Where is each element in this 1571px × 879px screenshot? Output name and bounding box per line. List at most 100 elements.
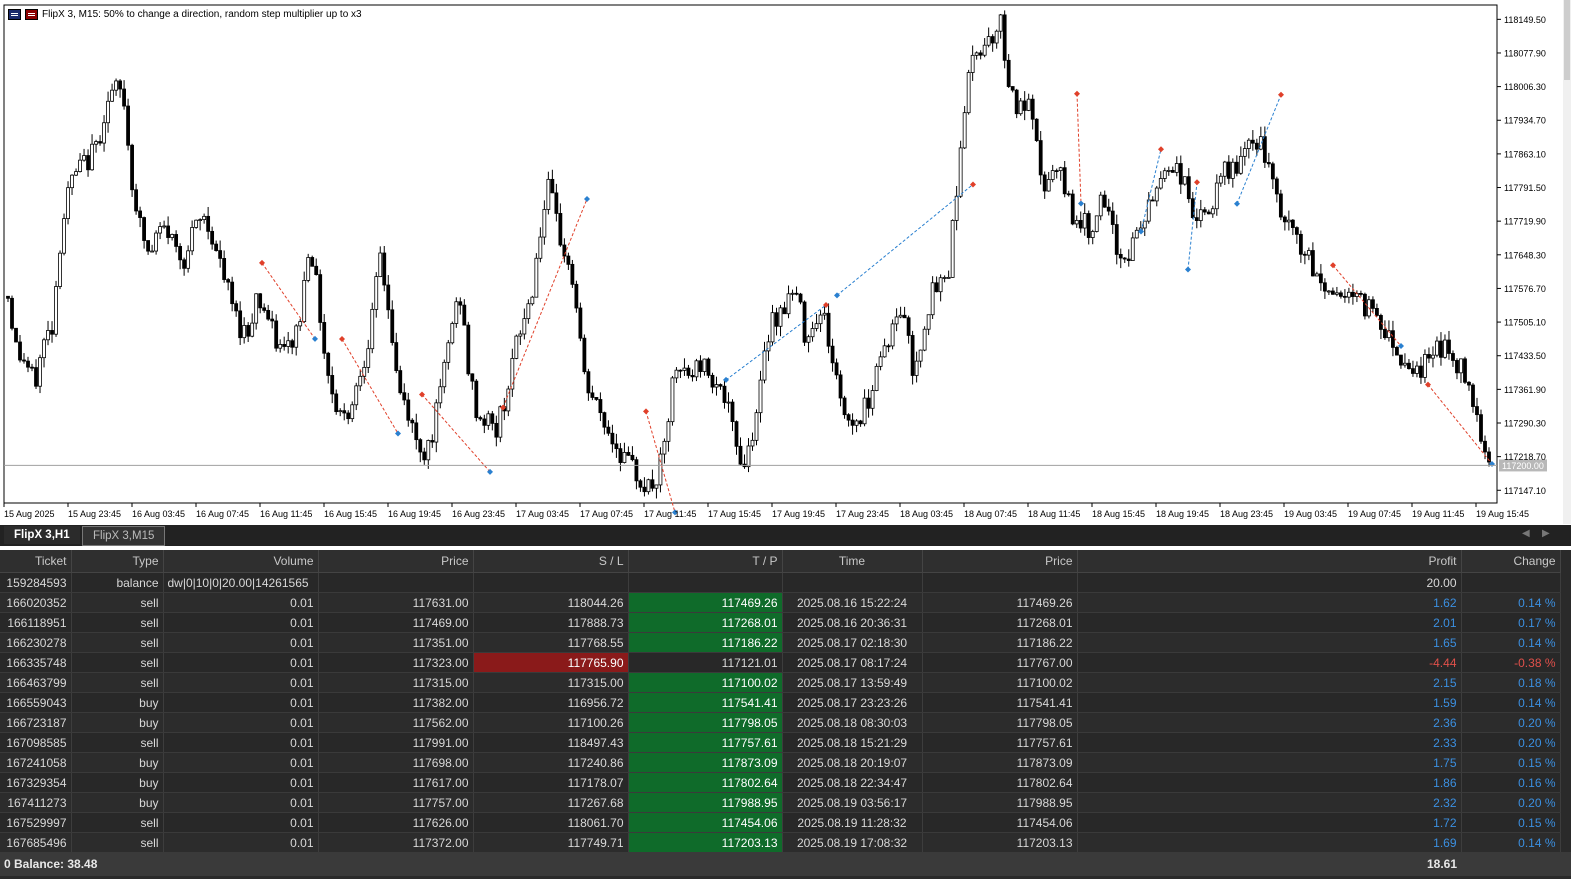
table-row[interactable]: 166118951 sell 0.01 117469.00 117888.73 11726… xyxy=(0,612,1561,633)
table-row[interactable]: 167098585 sell 0.01 117991.00 118497.43 11775… xyxy=(0,732,1561,753)
cell-type: buy xyxy=(71,772,164,793)
candle-body xyxy=(418,439,423,453)
candle-body xyxy=(1427,354,1431,359)
candle-body xyxy=(1338,292,1343,297)
table-row[interactable]: 167411273 buy 0.01 117757.00 117267.68 117988… xyxy=(0,792,1561,813)
candle-body xyxy=(1218,175,1223,184)
candle-body xyxy=(1250,139,1255,144)
price-axis-label: 117505.10 xyxy=(1504,318,1546,328)
candle-body xyxy=(1014,89,1019,115)
candle-body xyxy=(1098,194,1103,217)
column-header[interactable]: Time xyxy=(782,550,923,573)
candle-body xyxy=(106,100,110,124)
cell-sl: 117178.07 xyxy=(473,772,629,793)
candle-body xyxy=(90,143,94,171)
cell-change: 0.14 % xyxy=(1461,632,1561,653)
table-row[interactable]: 167241058 buy 0.01 117698.00 117240.86 117873… xyxy=(0,752,1561,773)
chart-scrollbar[interactable] xyxy=(1563,0,1571,524)
candle-body xyxy=(6,295,10,299)
candle-body xyxy=(762,350,767,381)
time-axis-label: 16 Aug 11:45 xyxy=(260,509,312,519)
candle-body xyxy=(866,397,871,409)
cell-volume: 0.01 xyxy=(163,732,319,753)
candle-body xyxy=(386,284,391,311)
cell-ticket: 166230278 xyxy=(0,632,72,653)
candle-body xyxy=(354,385,359,406)
cell-type: sell xyxy=(71,652,164,673)
time-axis-label: 19 Aug 03:45 xyxy=(1284,509,1337,519)
chart-menu-icon[interactable] xyxy=(8,9,21,20)
candle-body xyxy=(854,420,859,426)
tab-flipx-m15[interactable]: FlipX 3,M15 xyxy=(82,526,166,546)
table-row[interactable]: 166335748 sell 0.01 117323.00 117765.90 11712… xyxy=(0,652,1561,673)
balance-label: 0 Balance: 38.48 xyxy=(4,857,98,871)
candle-body xyxy=(1419,365,1423,378)
candle-body xyxy=(698,360,703,372)
candle-body xyxy=(1162,170,1167,179)
column-header[interactable]: Ticket xyxy=(0,550,72,573)
candle-body xyxy=(1238,155,1243,174)
cell-time: 2025.08.19 17:08:32 xyxy=(782,832,923,853)
cell-price: 117372.00 xyxy=(318,832,474,853)
candle-body xyxy=(1166,170,1171,172)
column-header[interactable]: Change xyxy=(1461,550,1561,573)
candle-body xyxy=(594,397,599,400)
table-row[interactable]: 167685496 sell 0.01 117372.00 117749.71 11720… xyxy=(0,832,1561,853)
candle-body xyxy=(70,174,74,189)
candle-body xyxy=(990,36,995,44)
cell-tp: 117541.41 xyxy=(628,692,783,713)
candle-body xyxy=(682,367,687,371)
tab-scroll-left-icon[interactable]: ◀ xyxy=(1522,528,1530,539)
column-header[interactable]: T / P xyxy=(628,550,783,573)
candle-body xyxy=(346,412,351,420)
candle-body xyxy=(654,484,659,489)
candle-body xyxy=(602,412,607,428)
candle-body xyxy=(606,426,611,434)
chart-canvas[interactable]: 117200.00 118149.50 118077.90 118006.30 1179… xyxy=(0,0,1571,524)
column-header[interactable]: S / L xyxy=(473,550,629,573)
table-row[interactable]: 159284593 balance dw|0|10|0|20.00|14261565… xyxy=(0,572,1561,593)
column-header[interactable]: Price xyxy=(922,550,1078,573)
tab-flipx-h1[interactable]: FlipX 3,H1 xyxy=(4,526,80,544)
chart-toolbar-icon[interactable] xyxy=(25,9,38,20)
candle-body xyxy=(610,432,615,445)
candle-body xyxy=(458,301,463,306)
cell-type: sell xyxy=(71,832,164,853)
candle-body xyxy=(130,144,134,191)
candle-body xyxy=(590,392,595,398)
candle-body xyxy=(558,213,563,246)
cell-change: 0.18 % xyxy=(1461,672,1561,693)
candle-body xyxy=(790,292,795,295)
column-header[interactable]: Price xyxy=(318,550,474,573)
candle-body xyxy=(62,218,66,254)
cell-ticket: 166020352 xyxy=(0,592,72,613)
column-header[interactable]: Type xyxy=(71,550,164,573)
table-row[interactable]: 166230278 sell 0.01 117351.00 117768.55 11718… xyxy=(0,632,1561,653)
cell-change: 0.14 % xyxy=(1461,692,1561,713)
column-header[interactable]: Profit xyxy=(1077,550,1462,573)
candle-body xyxy=(102,122,106,144)
table-row[interactable]: 167529997 sell 0.01 117626.00 118061.70 11745… xyxy=(0,812,1561,833)
scrollbar-thumb[interactable] xyxy=(1564,0,1570,80)
cell-ticket: 167241058 xyxy=(0,752,72,773)
table-row[interactable]: 167329354 buy 0.01 117617.00 117178.07 117802… xyxy=(0,772,1561,793)
total-profit: 18.61 xyxy=(1426,857,1457,871)
candle-body xyxy=(218,250,223,259)
candle-body xyxy=(1379,315,1383,330)
column-header[interactable]: Volume xyxy=(163,550,319,573)
table-row[interactable]: 166723187 buy 0.01 117562.00 117100.26 117798… xyxy=(0,712,1561,733)
candle-body xyxy=(614,443,619,450)
cell-price2: 117798.05 xyxy=(922,712,1078,733)
tab-scroll-right-icon[interactable]: ▶ xyxy=(1542,528,1550,539)
candle-body xyxy=(154,232,158,252)
price-chart[interactable]: 117200.00 118149.50 118077.90 118006.30 1179… xyxy=(0,0,1571,524)
candle-body xyxy=(1278,193,1283,218)
cell-type: sell xyxy=(71,612,164,633)
table-row[interactable]: 166463799 sell 0.01 117315.00 117315.00 11710… xyxy=(0,672,1561,693)
table-row[interactable]: 166559043 buy 0.01 117382.00 116956.72 117541… xyxy=(0,692,1561,713)
candle-body xyxy=(1443,339,1447,358)
table-row[interactable]: 166020352 sell 0.01 117631.00 118044.26 11746… xyxy=(0,592,1561,613)
candle-body xyxy=(54,286,58,335)
cell-price: 117698.00 xyxy=(318,752,474,773)
candle-body xyxy=(1066,193,1071,196)
